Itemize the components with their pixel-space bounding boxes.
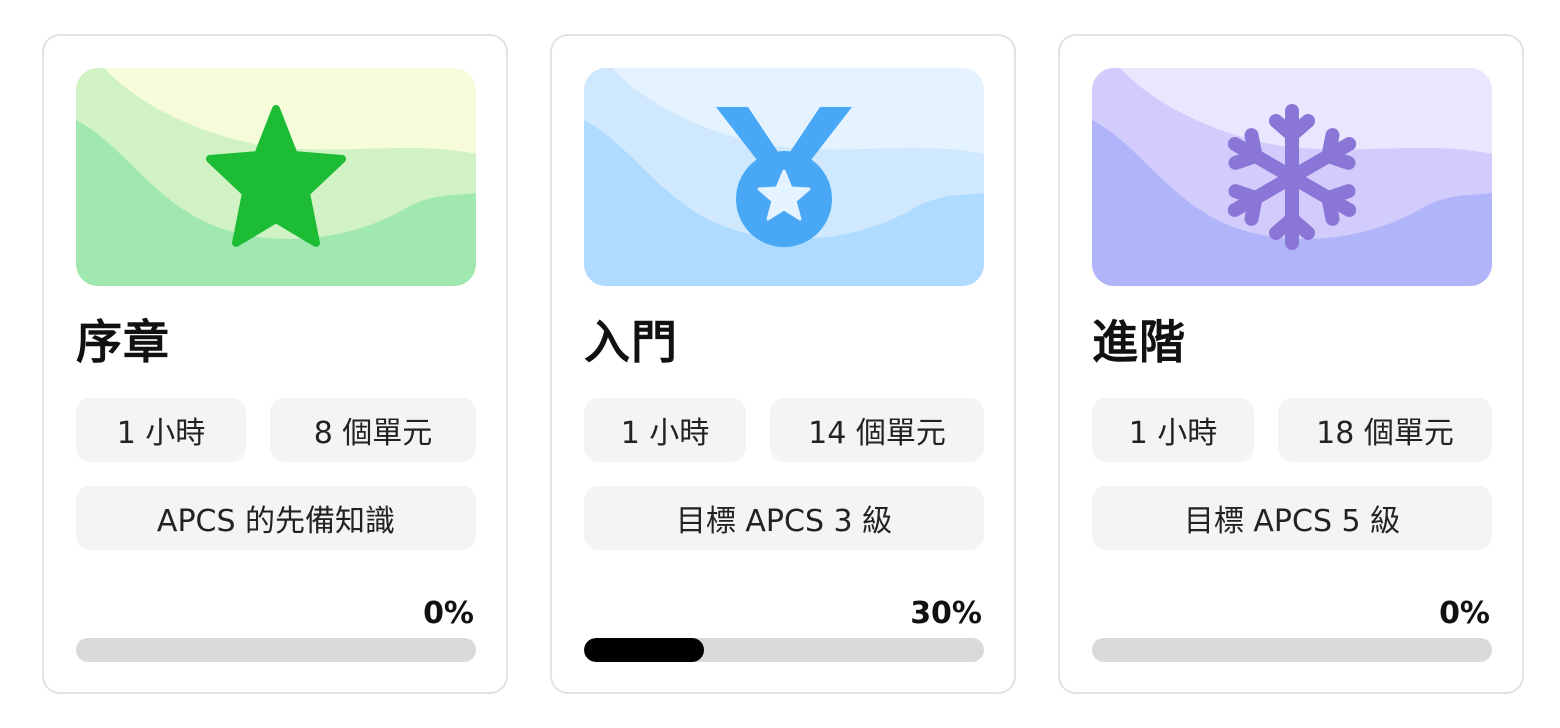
goal-badge: 目標 APCS 3 級 [584, 486, 984, 550]
units-badge: 8 個單元 [270, 398, 476, 462]
progress-percent: 0% [423, 596, 474, 631]
snowflake-icon [1212, 97, 1372, 257]
duration-badge: 1 小時 [584, 398, 746, 462]
goal-badge: 目標 APCS 5 級 [1092, 486, 1492, 550]
progress-bar [1092, 638, 1492, 662]
units-badge: 18 個單元 [1278, 398, 1492, 462]
course-list: 序章 1 小時 8 個單元 APCS 的先備知識 0% 入門 1 小時 14 個… [0, 0, 1560, 728]
course-title: 入門 [584, 315, 678, 369]
progress-bar [76, 638, 476, 662]
course-banner [1092, 68, 1492, 286]
progress-percent: 30% [910, 596, 982, 631]
progress-bar [584, 638, 984, 662]
course-title: 進階 [1092, 315, 1186, 369]
course-banner [76, 68, 476, 286]
duration-badge: 1 小時 [76, 398, 246, 462]
goal-badge: APCS 的先備知識 [76, 486, 476, 550]
duration-badge: 1 小時 [1092, 398, 1254, 462]
progress-percent: 0% [1439, 596, 1490, 631]
course-card-intro[interactable]: 序章 1 小時 8 個單元 APCS 的先備知識 0% [42, 34, 508, 694]
progress-fill [584, 638, 704, 662]
course-title: 序章 [76, 315, 170, 369]
course-card-advanced[interactable]: 進階 1 小時 18 個單元 目標 APCS 5 級 0% [1058, 34, 1524, 694]
course-banner [584, 68, 984, 286]
course-card-beginner[interactable]: 入門 1 小時 14 個單元 目標 APCS 3 級 30% [550, 34, 1016, 694]
medal-icon [704, 97, 864, 257]
star-icon [196, 97, 356, 257]
units-badge: 14 個單元 [770, 398, 984, 462]
